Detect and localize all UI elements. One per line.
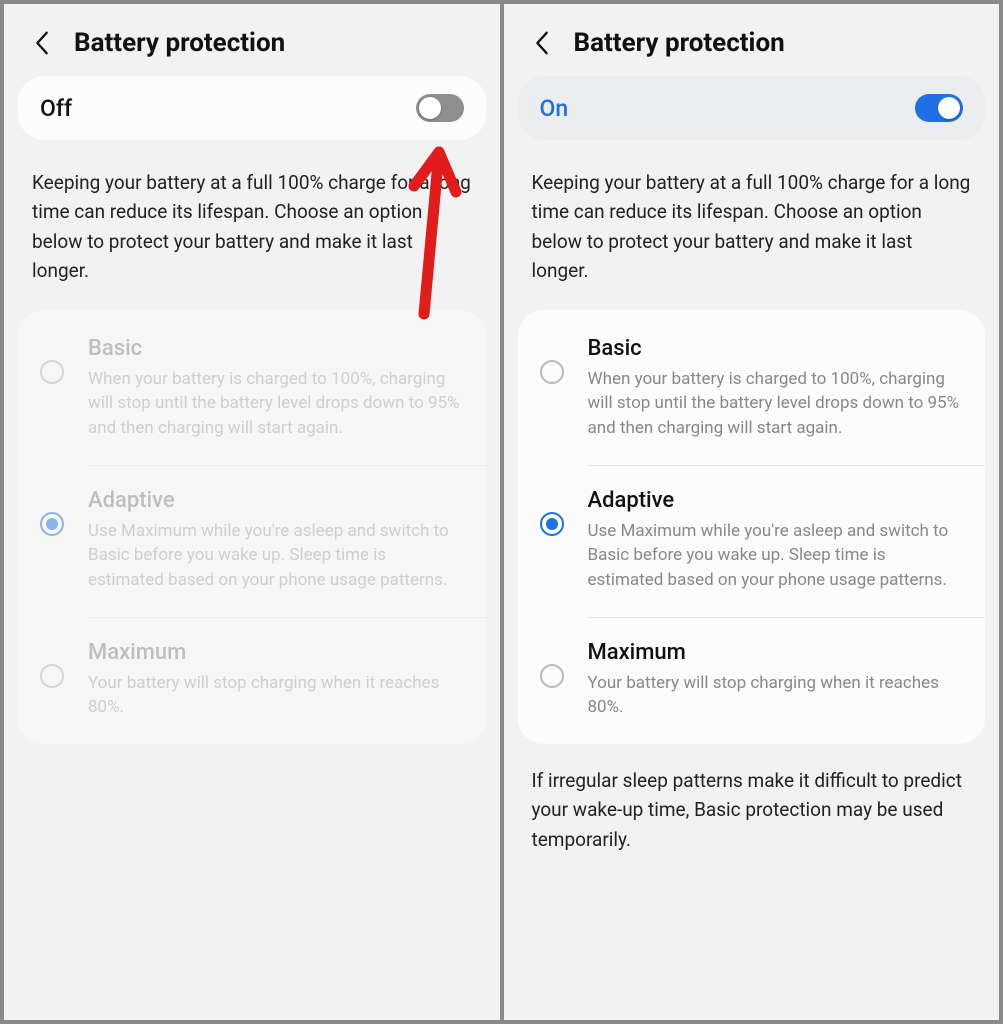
option-desc: Your battery will stop charging when it …: [588, 671, 964, 720]
option-desc: When your battery is charged to 100%, ch…: [588, 367, 964, 441]
page-title: Battery protection: [574, 28, 785, 58]
radio-adaptive[interactable]: [540, 512, 564, 536]
radio-adaptive[interactable]: [40, 512, 64, 536]
left-screen: Battery protection Off Keeping your batt…: [4, 4, 500, 1020]
option-title: Adaptive: [88, 488, 464, 513]
option-desc: Your battery will stop charging when it …: [88, 671, 464, 720]
toggle-knob: [419, 97, 441, 119]
protection-options-list: Basic When your battery is charged to 10…: [18, 310, 486, 744]
option-title: Adaptive: [588, 488, 964, 513]
option-basic[interactable]: Basic When your battery is charged to 10…: [518, 314, 986, 465]
option-basic[interactable]: Basic When your battery is charged to 10…: [18, 314, 486, 465]
toggle-state-label: Off: [40, 95, 72, 122]
option-desc: Use Maximum while you're asleep and swit…: [88, 519, 464, 593]
option-desc: Use Maximum while you're asleep and swit…: [588, 519, 964, 593]
option-maximum[interactable]: Maximum Your battery will stop charging …: [588, 617, 986, 744]
master-toggle-switch[interactable]: [915, 94, 963, 122]
master-toggle-switch[interactable]: [416, 94, 464, 122]
toggle-state-label: On: [540, 95, 569, 122]
radio-basic[interactable]: [540, 360, 564, 384]
radio-basic[interactable]: [40, 360, 64, 384]
chevron-left-icon: [33, 30, 51, 56]
right-screen: Battery protection On Keeping your batte…: [504, 4, 1000, 1020]
master-toggle-row[interactable]: Off: [18, 76, 486, 140]
option-maximum[interactable]: Maximum Your battery will stop charging …: [88, 617, 486, 744]
option-title: Maximum: [588, 640, 964, 665]
header: Battery protection: [504, 4, 1000, 76]
protection-options-list: Basic When your battery is charged to 10…: [518, 310, 986, 744]
option-title: Basic: [88, 336, 464, 361]
radio-maximum[interactable]: [540, 664, 564, 688]
back-button[interactable]: [28, 29, 56, 57]
toggle-knob: [938, 97, 960, 119]
radio-maximum[interactable]: [40, 664, 64, 688]
footnote-text: If irregular sleep patterns make it diff…: [504, 744, 1000, 876]
option-desc: When your battery is charged to 100%, ch…: [88, 367, 464, 441]
option-title: Basic: [588, 336, 964, 361]
option-adaptive[interactable]: Adaptive Use Maximum while you're asleep…: [588, 465, 986, 617]
option-title: Maximum: [88, 640, 464, 665]
back-button[interactable]: [528, 29, 556, 57]
chevron-left-icon: [533, 30, 551, 56]
option-adaptive[interactable]: Adaptive Use Maximum while you're asleep…: [88, 465, 486, 617]
description-text: Keeping your battery at a full 100% char…: [504, 150, 1000, 310]
header: Battery protection: [4, 4, 500, 76]
page-title: Battery protection: [74, 28, 285, 58]
description-text: Keeping your battery at a full 100% char…: [4, 150, 500, 310]
master-toggle-row[interactable]: On: [518, 76, 986, 140]
